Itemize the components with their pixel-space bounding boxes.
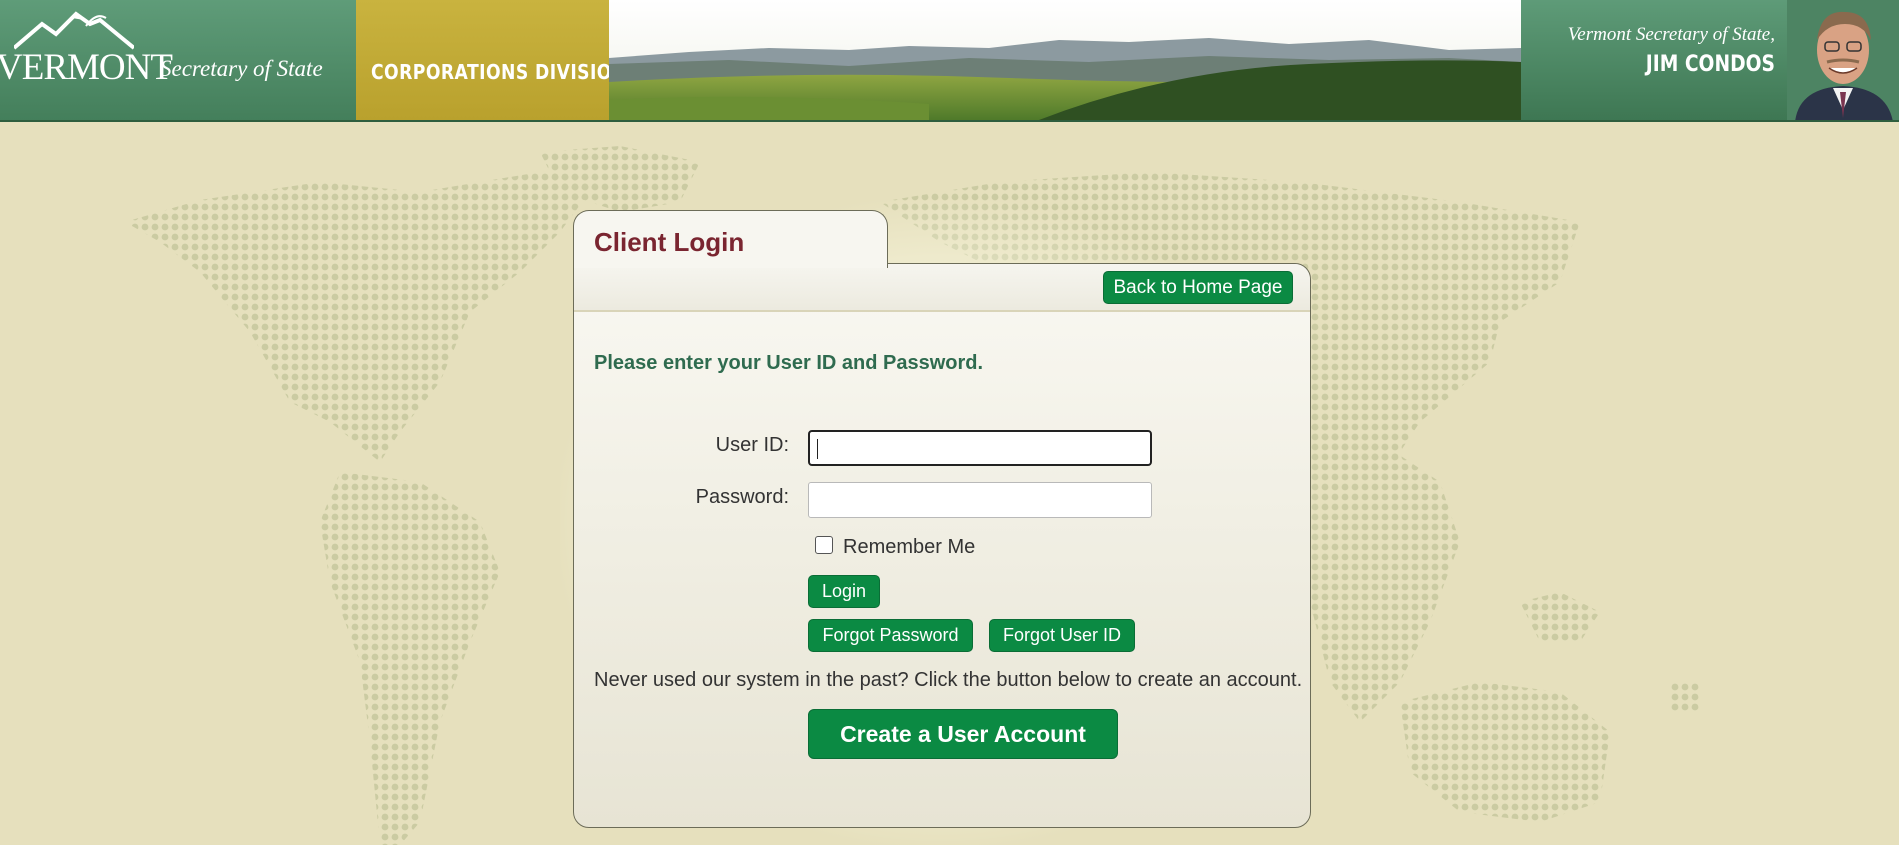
password-input[interactable] bbox=[808, 482, 1152, 518]
panel-toolbar: Back to Home Page bbox=[574, 264, 1310, 312]
remember-me-checkbox[interactable] bbox=[815, 536, 833, 554]
site-header: VERMONT Secretary of State CORPORATIONS … bbox=[0, 0, 1899, 122]
login-tab: Client Login bbox=[573, 210, 888, 268]
landscape-banner-image bbox=[609, 0, 1521, 120]
official-portrait-image bbox=[1787, 0, 1899, 120]
remember-me-label[interactable]: Remember Me bbox=[843, 536, 975, 559]
login-button[interactable]: Login bbox=[808, 575, 880, 608]
division-label: CORPORATIONS DIVISION bbox=[371, 60, 627, 84]
logo-wordmark: VERMONT bbox=[0, 47, 173, 88]
login-panel: Back to Home Page Please enter your User… bbox=[573, 263, 1311, 828]
official-name: JIM CONDOS bbox=[1645, 52, 1775, 77]
user-id-label: User ID: bbox=[715, 434, 789, 456]
signup-prompt: Never used our system in the past? Click… bbox=[594, 669, 1303, 691]
division-banner: CORPORATIONS DIVISION bbox=[356, 0, 626, 120]
text-cursor bbox=[817, 439, 818, 459]
official-banner: Vermont Secretary of State, JIM CONDOS bbox=[1521, 0, 1899, 120]
official-title: Vermont Secretary of State, bbox=[1567, 24, 1775, 45]
page-title: Client Login bbox=[594, 227, 745, 257]
login-instruction: Please enter your User ID and Password. bbox=[594, 352, 984, 374]
create-account-button[interactable]: Create a User Account bbox=[808, 709, 1118, 759]
forgot-user-id-button[interactable]: Forgot User ID bbox=[989, 619, 1135, 652]
forgot-password-button[interactable]: Forgot Password bbox=[808, 619, 973, 652]
logo-subtitle: Secretary of State bbox=[160, 56, 323, 81]
vermont-sos-logo[interactable]: VERMONT Secretary of State bbox=[0, 0, 356, 120]
mountain-logo-icon bbox=[14, 11, 134, 50]
password-label: Password: bbox=[695, 486, 789, 508]
back-to-home-button[interactable]: Back to Home Page bbox=[1103, 271, 1293, 304]
user-id-input[interactable] bbox=[808, 430, 1152, 466]
